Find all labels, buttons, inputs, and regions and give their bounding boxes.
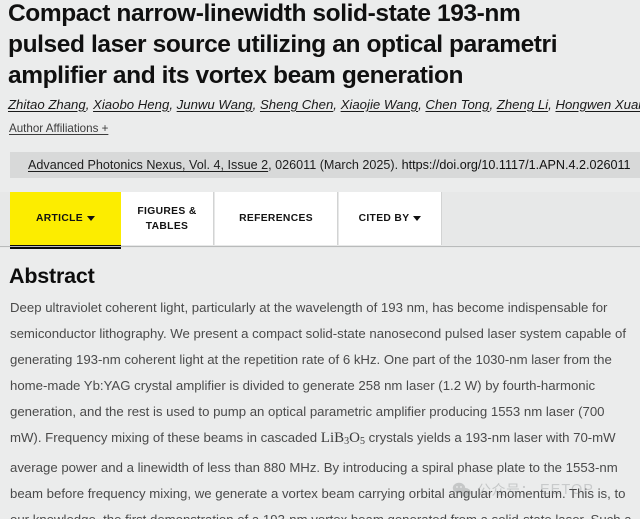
formula-element-1: LiB xyxy=(320,430,345,446)
author-link[interactable]: Xiaobo Heng xyxy=(93,97,169,112)
title-line-2: pulsed laser source utilizing an optical… xyxy=(8,31,558,58)
author-link[interactable]: Xiaojie Wang xyxy=(341,97,418,112)
abstract-heading: Abstract xyxy=(9,264,95,288)
title-line-3: amplifier and its vortex beam generation xyxy=(8,62,464,89)
journal-reference-link[interactable]: Advanced Photonics Nexus, Vol. 4, Issue … xyxy=(28,158,268,172)
formula-element-2: O xyxy=(349,430,360,446)
tab-article[interactable]: ARTICLE xyxy=(10,192,121,249)
author-separator: , xyxy=(333,97,341,112)
title-line-1: Compact narrow-linewidth solid-state 193… xyxy=(8,0,521,27)
author-link[interactable]: Hongwen Xuan xyxy=(555,97,640,112)
tab-figures-label-line2: TABLES xyxy=(145,220,189,232)
chemical-formula-lib3o5: LiB3O5 xyxy=(320,430,365,447)
tab-article-label: ARTICLE xyxy=(35,213,84,224)
tab-figures-label-line1: FIGURES & xyxy=(137,205,197,217)
author-link[interactable]: Zhitao Zhang xyxy=(8,97,86,112)
tab-bar: ARTICLE FIGURES & TABLES REFERENCES CITE… xyxy=(0,192,640,249)
tab-cited-by[interactable]: CITED BY xyxy=(339,192,442,245)
doi-link[interactable]: https://doi.org/10.1117/1.APN.4.2.026011 xyxy=(402,158,631,172)
chevron-down-icon xyxy=(413,216,422,221)
author-link[interactable]: Sheng Chen xyxy=(260,97,333,112)
author-affiliations-toggle[interactable]: Author Affiliations + xyxy=(9,122,108,135)
author-separator: , xyxy=(169,97,177,112)
author-separator: , xyxy=(252,97,260,112)
chevron-down-icon xyxy=(87,216,96,221)
tab-cited-by-label: CITED BY xyxy=(358,213,410,224)
page-title: Compact narrow-linewidth solid-state 193… xyxy=(8,0,640,91)
author-list: Zhitao Zhang, Xiaobo Heng, Junwu Wang, S… xyxy=(8,96,640,114)
author-link[interactable]: Junwu Wang xyxy=(177,97,253,112)
citation-text: Advanced Photonics Nexus, Vol. 4, Issue … xyxy=(28,157,631,173)
citation-bar: Advanced Photonics Nexus, Vol. 4, Issue … xyxy=(10,152,640,178)
article-number-date: , 026011 (March 2025). xyxy=(268,158,402,172)
abstract-text-part1: Deep ultraviolet coherent light, particu… xyxy=(10,300,626,445)
tab-figures-and-tables[interactable]: FIGURES & TABLES xyxy=(121,192,214,245)
abstract-body: Deep ultraviolet coherent light, particu… xyxy=(10,295,635,519)
author-link[interactable]: Chen Tong xyxy=(425,97,489,112)
tab-references-label: REFERENCES xyxy=(239,213,313,224)
author-separator: , xyxy=(85,97,94,112)
tab-bar-divider xyxy=(0,246,640,247)
author-link[interactable]: Zheng Li xyxy=(497,97,548,112)
tab-references[interactable]: REFERENCES xyxy=(215,192,338,245)
author-separator: , xyxy=(489,97,497,112)
article-page: Compact narrow-linewidth solid-state 193… xyxy=(0,0,640,519)
tab-figures-label: FIGURES & TABLES xyxy=(137,204,196,234)
